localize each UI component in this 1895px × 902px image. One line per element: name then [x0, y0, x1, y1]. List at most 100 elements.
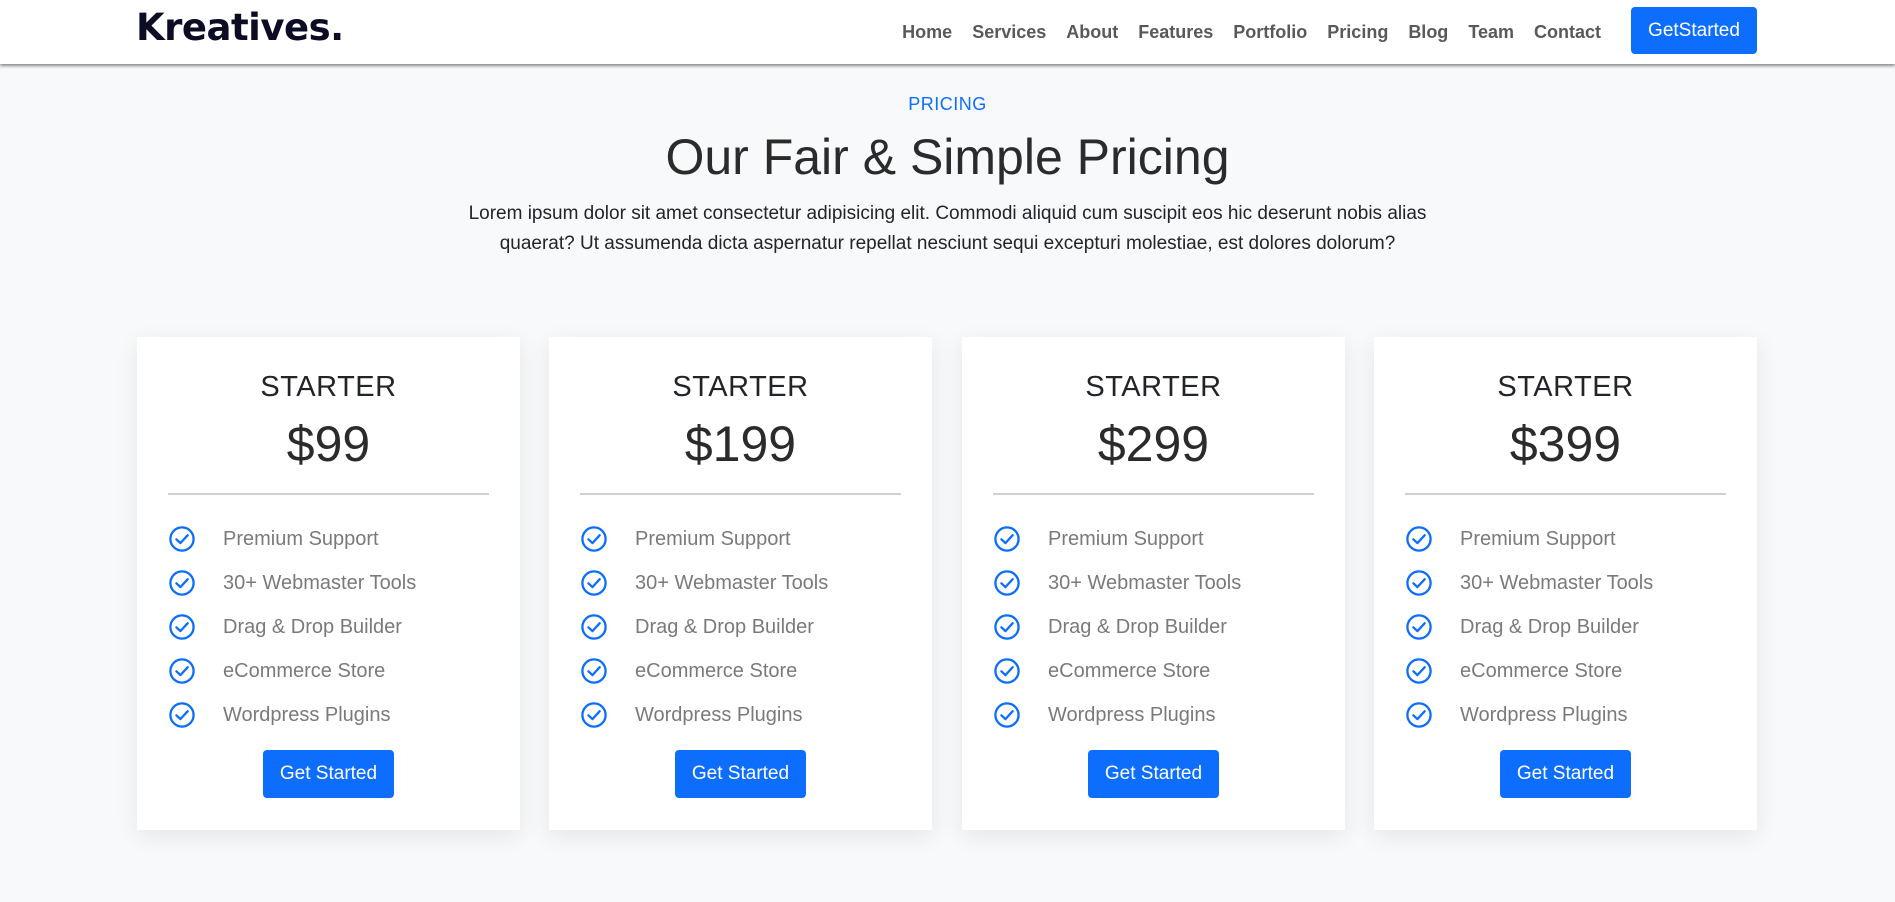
check-circle-icon [581, 526, 607, 552]
check-circle-icon [994, 570, 1020, 596]
feature-item: eCommerce Store [168, 649, 416, 693]
check-circle-icon [169, 570, 195, 596]
card-divider [580, 493, 901, 495]
section-tag: PRICING [908, 94, 987, 114]
check-circle-icon [1406, 614, 1432, 640]
top-navbar: Kreatives. Home Services About Features … [0, 0, 1895, 64]
feature-item: Premium Support [168, 517, 416, 561]
feature-list: Premium Support 30+ Webmaster Tools Drag… [1405, 517, 1653, 737]
feature-label: eCommerce Store [1048, 659, 1211, 682]
card-divider [993, 493, 1314, 495]
check-circle-icon [169, 658, 195, 684]
feature-label: Drag & Drop Builder [635, 615, 814, 638]
feature-label: Premium Support [1048, 527, 1204, 550]
pricing-card-2: STARTER $199 Premium Support 30+ Webmast… [549, 337, 932, 830]
feature-item: 30+ Webmaster Tools [993, 561, 1241, 605]
check-circle-icon [169, 614, 195, 640]
check-circle-icon [1406, 526, 1432, 552]
feature-item: Premium Support [580, 517, 828, 561]
check-circle-icon [169, 526, 195, 552]
section-description: Lorem ipsum dolor sit amet consectetur a… [468, 203, 1427, 254]
nav-link-pricing[interactable]: Pricing [1327, 22, 1388, 42]
feature-label: Wordpress Plugins [1460, 703, 1628, 726]
feature-list: Premium Support 30+ Webmaster Tools Drag… [993, 517, 1241, 737]
pricing-card-3: STARTER $299 Premium Support 30+ Webmast… [962, 337, 1345, 830]
feature-list: Premium Support 30+ Webmaster Tools Drag… [168, 517, 416, 737]
check-circle-icon [1406, 658, 1432, 684]
feature-label: Premium Support [223, 527, 379, 550]
nav-link-home[interactable]: Home [902, 22, 952, 42]
check-circle-icon [581, 570, 607, 596]
feature-label: Premium Support [1460, 527, 1616, 550]
feature-item: eCommerce Store [580, 649, 828, 693]
check-circle-icon [169, 702, 195, 728]
feature-item: 30+ Webmaster Tools [168, 561, 416, 605]
feature-item: Drag & Drop Builder [993, 605, 1241, 649]
feature-label: 30+ Webmaster Tools [223, 571, 417, 594]
nav-link-contact[interactable]: Contact [1534, 22, 1601, 42]
nav-link-features[interactable]: Features [1138, 22, 1213, 42]
feature-item: Premium Support [1405, 517, 1653, 561]
feature-label: 30+ Webmaster Tools [635, 571, 829, 594]
card-divider [168, 493, 489, 495]
feature-item: 30+ Webmaster Tools [580, 561, 828, 605]
nav-link-services[interactable]: Services [972, 22, 1046, 42]
check-circle-icon [1406, 702, 1432, 728]
feature-item: Wordpress Plugins [993, 693, 1241, 737]
check-circle-icon [994, 614, 1020, 640]
plan-price: $199 [684, 416, 797, 472]
plan-name: STARTER [260, 371, 397, 403]
feature-label: Wordpress Plugins [635, 703, 803, 726]
get-started-button[interactable]: Get Started [1088, 750, 1219, 798]
check-circle-icon [994, 658, 1020, 684]
feature-item: Drag & Drop Builder [1405, 605, 1653, 649]
feature-label: Drag & Drop Builder [223, 615, 402, 638]
feature-list: Premium Support 30+ Webmaster Tools Drag… [580, 517, 828, 737]
get-started-button[interactable]: Get Started [675, 750, 806, 798]
feature-label: 30+ Webmaster Tools [1460, 571, 1654, 594]
feature-item: eCommerce Store [1405, 649, 1653, 693]
plan-name: STARTER [672, 371, 809, 403]
plan-price: $299 [1097, 416, 1210, 472]
pricing-card-4: STARTER $399 Premium Support 30+ Webmast… [1374, 337, 1757, 830]
plan-price: $399 [1509, 416, 1622, 472]
feature-item: Drag & Drop Builder [168, 605, 416, 649]
feature-item: Wordpress Plugins [1405, 693, 1653, 737]
get-started-button[interactable]: Get Started [1500, 750, 1631, 798]
nav-link-blog[interactable]: Blog [1408, 22, 1448, 42]
feature-label: 30+ Webmaster Tools [1048, 571, 1242, 594]
feature-item: 30+ Webmaster Tools [1405, 561, 1653, 605]
get-started-nav-button[interactable]: GetStarted [1631, 7, 1757, 54]
plan-name: STARTER [1085, 371, 1222, 403]
feature-label: Drag & Drop Builder [1460, 615, 1639, 638]
brand-logo[interactable]: Kreatives. [136, 6, 344, 49]
section-title: Our Fair & Simple Pricing [665, 129, 1230, 185]
feature-label: eCommerce Store [635, 659, 798, 682]
feature-item: eCommerce Store [993, 649, 1241, 693]
nav-link-team[interactable]: Team [1468, 22, 1514, 42]
check-circle-icon [581, 614, 607, 640]
feature-label: Drag & Drop Builder [1048, 615, 1227, 638]
feature-item: Wordpress Plugins [168, 693, 416, 737]
feature-label: Premium Support [635, 527, 791, 550]
check-circle-icon [1406, 570, 1432, 596]
plan-name: STARTER [1497, 371, 1634, 403]
card-divider [1405, 493, 1726, 495]
plan-price: $99 [286, 416, 371, 472]
feature-label: Wordpress Plugins [1048, 703, 1216, 726]
pricing-card-1: STARTER $99 Premium Support 30+ Webmaste… [137, 337, 520, 830]
feature-item: Drag & Drop Builder [580, 605, 828, 649]
nav-link-about[interactable]: About [1066, 22, 1118, 42]
check-circle-icon [581, 702, 607, 728]
feature-label: eCommerce Store [1460, 659, 1623, 682]
get-started-button[interactable]: Get Started [263, 750, 394, 798]
feature-item: Wordpress Plugins [580, 693, 828, 737]
feature-item: Premium Support [993, 517, 1241, 561]
check-circle-icon [994, 702, 1020, 728]
feature-label: eCommerce Store [223, 659, 386, 682]
check-circle-icon [994, 526, 1020, 552]
nav-link-portfolio[interactable]: Portfolio [1233, 22, 1307, 42]
feature-label: Wordpress Plugins [223, 703, 391, 726]
check-circle-icon [581, 658, 607, 684]
nav-menu: Home Services About Features Portfolio P… [882, 0, 1601, 64]
